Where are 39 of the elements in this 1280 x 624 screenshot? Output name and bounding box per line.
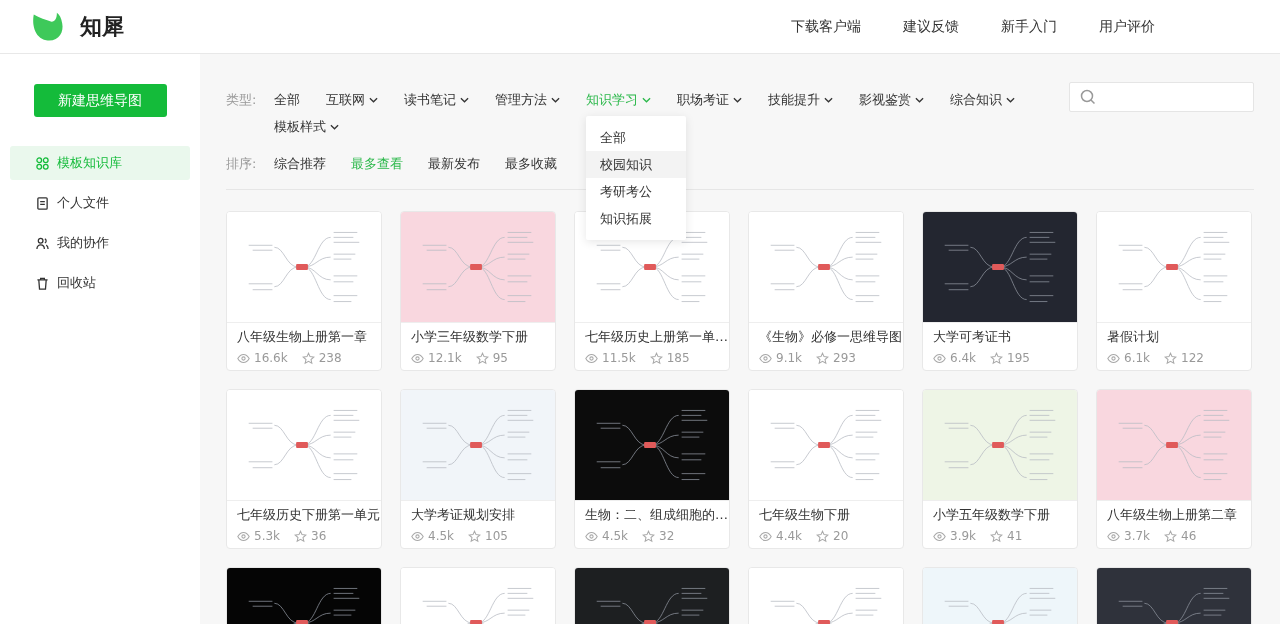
favorite-count: 122 bbox=[1181, 351, 1204, 365]
favorite-count: 46 bbox=[1181, 529, 1197, 543]
view-count: 3.7k bbox=[1124, 529, 1151, 543]
card-title: 七年级历史上册第一单… bbox=[584, 328, 729, 346]
view-count: 11.5k bbox=[602, 351, 636, 365]
view-count: 9.1k bbox=[776, 351, 803, 365]
sort-label: 排序: bbox=[226, 155, 258, 173]
card-title: 小学五年级数学下册 bbox=[932, 506, 1051, 524]
card-title: 八年级生物上册第二章 bbox=[1106, 506, 1238, 524]
card-title: 小学三年级数学下册 bbox=[410, 328, 529, 346]
favorite-count: 293 bbox=[833, 351, 856, 365]
card-title: 暑假计划 bbox=[1106, 328, 1160, 346]
view-count: 6.1k bbox=[1124, 351, 1151, 365]
favorite-count: 105 bbox=[485, 529, 508, 543]
card-title: 大学考证规划安排 bbox=[410, 506, 516, 524]
view-count: 3.9k bbox=[950, 529, 977, 543]
favorite-count: 32 bbox=[659, 529, 675, 543]
card-title: 七年级历史下册第一单元 bbox=[236, 506, 381, 524]
card-title: 大学可考证书 bbox=[932, 328, 1012, 346]
favorite-count: 36 bbox=[311, 529, 327, 543]
view-count: 16.6k bbox=[254, 351, 288, 365]
view-count: 4.5k bbox=[602, 529, 629, 543]
favorite-count: 238 bbox=[318, 351, 342, 365]
type-label: 类型: bbox=[226, 91, 258, 109]
view-count: 5.3k bbox=[254, 529, 281, 543]
card-title: 生物：二、组成细胞的… bbox=[584, 506, 729, 524]
card-title: 七年级生物下册 bbox=[758, 506, 851, 524]
view-count: 4.5k bbox=[428, 529, 455, 543]
view-count: 12.1k bbox=[428, 351, 462, 365]
brand-name: 知犀 bbox=[80, 12, 124, 41]
favorite-count: 41 bbox=[1007, 529, 1023, 543]
view-count: 6.4k bbox=[950, 351, 977, 365]
favorite-count: 95 bbox=[492, 351, 508, 365]
favorite-count: 20 bbox=[833, 529, 849, 543]
favorite-count: 195 bbox=[1007, 351, 1030, 365]
card-title: 八年级生物上册第一章 bbox=[236, 328, 368, 346]
view-count: 4.4k bbox=[776, 529, 803, 543]
favorite-count: 185 bbox=[666, 351, 690, 365]
card-title: 《生物》必修一思维导图 bbox=[758, 328, 903, 346]
